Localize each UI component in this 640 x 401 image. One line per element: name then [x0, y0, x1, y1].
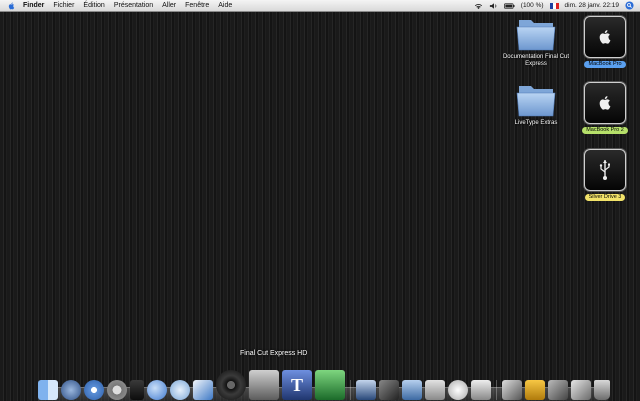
flag-icon[interactable] — [549, 2, 559, 9]
dock-separator — [350, 380, 351, 400]
apple-icon[interactable] — [448, 380, 468, 400]
drive-label: MacBook Pro — [584, 61, 626, 68]
itunes-icon[interactable] — [130, 380, 144, 400]
spotlight-icon[interactable] — [625, 1, 634, 10]
compressor-icon[interactable] — [356, 380, 376, 400]
dock: T — [38, 364, 613, 400]
office-icon[interactable] — [525, 380, 545, 400]
menu-bar: Finder Fichier Édition Présentation Alle… — [0, 0, 640, 12]
preview-icon[interactable] — [425, 380, 445, 400]
folder-icon — [516, 86, 556, 117]
desktop-drive-silver-drive-3[interactable]: Silver Drive 3 — [570, 149, 640, 201]
volume-icon[interactable] — [489, 2, 498, 10]
menu-fichier[interactable]: Fichier — [53, 0, 74, 11]
apple-menu-icon[interactable] — [8, 2, 15, 10]
folder-label: Documentation Final Cut Express — [502, 54, 570, 67]
battery-percent: (100 %) — [520, 2, 544, 9]
menu-finder[interactable]: Finder — [23, 0, 44, 11]
hard-drive-icon — [584, 16, 626, 58]
final-cut-express-icon[interactable] — [249, 370, 279, 400]
soundtrack-icon[interactable] — [315, 370, 345, 400]
livetype-icon[interactable]: T — [282, 370, 312, 400]
dock-separator — [496, 380, 497, 400]
safari-icon[interactable] — [84, 380, 104, 400]
wifi-icon[interactable] — [474, 2, 483, 10]
printer-icon[interactable] — [471, 380, 491, 400]
dock-tooltip: Final Cut Express HD — [240, 350, 308, 357]
menu-aide[interactable]: Aide — [218, 0, 232, 11]
trash-icon[interactable] — [594, 380, 610, 400]
hard-drive-icon — [584, 82, 626, 124]
menu-fenetre[interactable]: Fenêtre — [185, 0, 209, 11]
menu-edition[interactable]: Édition — [83, 0, 104, 11]
folder-icon — [516, 20, 556, 51]
menubar-clock[interactable]: dim. 28 janv. 22:19 — [565, 0, 619, 11]
usb-drive-icon — [584, 149, 626, 191]
desktop-drive-macbook-pro-2[interactable]: MacBook Pro 2 — [570, 82, 640, 134]
apple-logo-icon — [599, 96, 611, 110]
iphoto-icon[interactable] — [402, 380, 422, 400]
pen-icon[interactable] — [548, 380, 568, 400]
folder-label: LiveType Extras — [514, 120, 558, 126]
menu-aller[interactable]: Aller — [162, 0, 176, 11]
finder-icon[interactable] — [38, 380, 58, 400]
drive-label: Silver Drive 3 — [584, 194, 626, 201]
dvd-camera-icon[interactable] — [216, 370, 246, 400]
drive-label: MacBook Pro 2 — [582, 127, 628, 134]
script-icon[interactable] — [571, 380, 591, 400]
desktop-folder-documentation[interactable]: Documentation Final Cut Express — [501, 16, 571, 68]
usb-symbol-icon — [599, 160, 610, 180]
menu-extras: (100 %) dim. 28 janv. 22:19 — [468, 0, 634, 11]
dashboard-icon[interactable] — [61, 380, 81, 400]
battery-icon[interactable] — [503, 2, 515, 10]
desktop-drive-macbook-pro[interactable]: MacBook Pro — [570, 16, 640, 68]
desktop-folder-livetype-extras[interactable]: LiveType Extras — [501, 82, 571, 127]
photo-app-icon[interactable] — [379, 380, 399, 400]
tools-icon[interactable] — [502, 380, 522, 400]
apple-logo-icon — [599, 30, 611, 44]
menu-presentation[interactable]: Présentation — [114, 0, 153, 11]
feather-app-icon[interactable] — [193, 380, 213, 400]
ichat-icon[interactable] — [147, 380, 167, 400]
mail-icon[interactable] — [170, 380, 190, 400]
system-preferences-icon[interactable] — [107, 380, 127, 400]
